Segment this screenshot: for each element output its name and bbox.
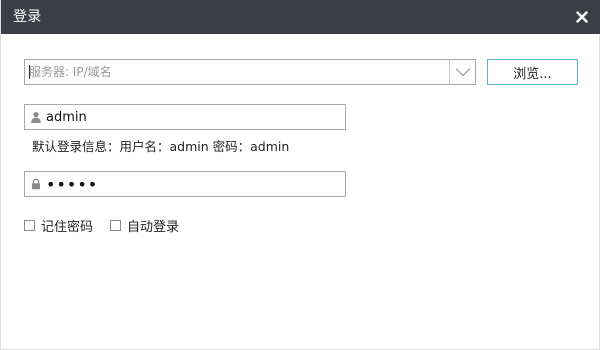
- auto-login-checkbox[interactable]: 自动登录: [110, 216, 179, 235]
- server-input[interactable]: [29, 60, 449, 84]
- lock-icon: [32, 178, 40, 190]
- remember-password-checkbox[interactable]: 记住密码: [24, 216, 93, 235]
- default-login-hint: 默认登录信息：用户名：admin 密码：admin: [32, 139, 290, 154]
- server-dropdown-button[interactable]: [449, 60, 475, 84]
- browse-button[interactable]: 浏览...: [487, 59, 578, 85]
- password-field[interactable]: [24, 171, 346, 197]
- password-input[interactable]: [46, 172, 336, 196]
- title-bar[interactable]: 登录: [1, 0, 600, 34]
- remember-password-box[interactable]: [24, 220, 35, 231]
- remember-password-label[interactable]: 记住密码: [41, 216, 93, 235]
- user-icon: [31, 112, 41, 123]
- text-cursor: [29, 65, 30, 79]
- auto-login-box[interactable]: [110, 220, 121, 231]
- username-input[interactable]: [46, 105, 336, 129]
- close-icon: [576, 11, 588, 23]
- server-combobox[interactable]: [24, 59, 476, 85]
- username-field[interactable]: [24, 104, 346, 130]
- login-dialog: 登录 浏览... 默认登录信息：用户名：admin 密码：admin: [0, 0, 600, 350]
- chevron-down-icon: [455, 68, 470, 77]
- dialog-title: 登录: [13, 9, 42, 25]
- auto-login-label[interactable]: 自动登录: [127, 216, 179, 235]
- close-button[interactable]: [573, 8, 591, 26]
